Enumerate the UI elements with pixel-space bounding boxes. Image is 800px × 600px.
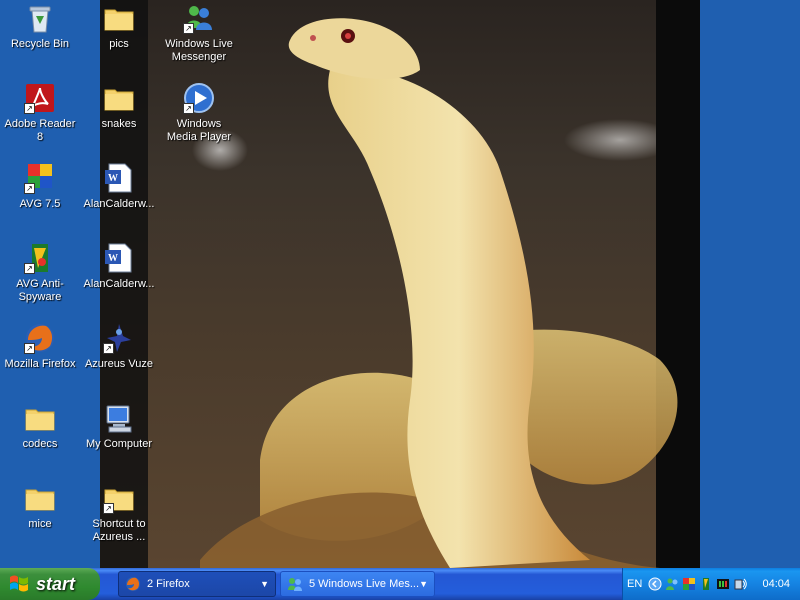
desktop-icon-avg-antispyware[interactable]: ↗ AVG Anti-Spyware [0,242,80,304]
desktop-icon-avg[interactable]: ↗ AVG 7.5 [0,162,80,211]
desktop-icon-my-computer[interactable]: My Computer [79,402,159,451]
firefox-icon [126,577,140,591]
desktop-icon-label: Mozilla Firefox [4,358,76,370]
folder-icon [24,402,56,434]
media-player-icon: ↗ [183,82,215,114]
desktop-icon-windows-media-player[interactable]: ↗ Windows Media Player [159,82,239,144]
desktop-icon-word-document-1[interactable]: W AlanCalderw... [79,162,159,211]
show-hidden-icons-icon[interactable] [648,577,662,591]
adobe-reader-icon: ↗ [24,82,56,114]
taskbar: start 2 Firefox ▼ 5 Windows Live Mes... … [0,568,800,600]
start-label: start [36,573,76,594]
taskbar-button-windows-live-messenger[interactable]: 5 Windows Live Mes... ▼ [280,571,435,597]
taskbar-button-label: 5 Windows Live Mes... [309,578,420,590]
desktop-icon-pics[interactable]: pics [79,2,159,51]
messenger-icon [288,578,302,591]
antispyware-tray-icon[interactable] [699,577,713,591]
desktop-icon-recycle-bin[interactable]: Recycle Bin [0,2,80,51]
network-tray-icon[interactable] [716,577,730,591]
desktop-icon-mozilla-firefox[interactable]: ↗ Mozilla Firefox [0,322,80,371]
desktop-icon-label: Windows Media Player [166,118,232,143]
firefox-icon: ↗ [24,322,56,354]
desktop-icon-shortcut-to-azureus[interactable]: ↗ Shortcut to Azureus ... [79,482,159,544]
desktop-icon-label: Shortcut to Azureus ... [92,518,146,543]
avg-antispyware-icon: ↗ [24,242,56,274]
desktop-icon-label: pics [109,38,129,50]
folder-icon [24,482,56,514]
desktop-icon-label: Adobe Reader 8 [4,118,76,143]
desktop-icon-adobe-reader[interactable]: ↗ Adobe Reader 8 [0,82,80,144]
svg-text:W: W [108,173,118,184]
desktop-icon-windows-live-messenger[interactable]: ↗ Windows Live Messenger [159,2,239,64]
desktop-icon-label: snakes [101,118,137,130]
start-button[interactable]: start [0,568,100,600]
svg-text:W: W [108,253,118,264]
windows-flag-icon [10,575,28,592]
taskbar-button-firefox[interactable]: 2 Firefox ▼ [118,571,276,597]
wireless-tray-icon[interactable] [733,577,748,591]
chevron-down-icon: ▼ [260,579,269,589]
system-tray: EN 04:04 [622,568,800,600]
chevron-down-icon: ▼ [419,579,428,589]
desktop-icon-label: AlanCalderw... [83,198,155,210]
desktop-icon-label: Recycle Bin [10,38,70,50]
desktop-icon-label: mice [28,518,52,530]
taskbar-button-label: 2 Firefox [147,578,190,590]
messenger-tray-icon[interactable] [665,577,679,591]
desktop-icon-snakes[interactable]: snakes [79,82,159,131]
folder-icon [103,2,135,34]
desktop-icon-label: AlanCalderw... [83,278,155,290]
word-document-icon: W [103,242,135,274]
folder-icon: ↗ [103,482,135,514]
desktop-icon-label: AVG 7.5 [19,198,61,210]
desktop: Recycle Bin ↗ Adobe Reader 8 ↗ AVG 7.5 ↗… [0,0,800,568]
language-indicator[interactable]: EN [627,578,642,590]
avg-tray-icon[interactable] [682,577,696,591]
desktop-icon-label: My Computer [85,438,153,450]
desktop-icon-label: AVG Anti-Spyware [16,278,64,303]
my-computer-icon [103,402,135,434]
desktop-icon-label: Windows Live Messenger [165,38,233,63]
azureus-icon: ↗ [103,322,135,354]
desktop-icon-label: Azureus Vuze [84,358,154,370]
desktop-icon-mice[interactable]: mice [0,482,80,531]
avg-icon: ↗ [24,162,56,194]
desktop-icon-codecs[interactable]: codecs [0,402,80,451]
recycle-bin-icon [24,2,56,34]
word-document-icon: W [103,162,135,194]
folder-icon [103,82,135,114]
desktop-icon-azureus-vuze[interactable]: ↗ Azureus Vuze [79,322,159,371]
desktop-icon-word-document-2[interactable]: W AlanCalderw... [79,242,159,291]
clock[interactable]: 04:04 [762,578,790,590]
messenger-icon: ↗ [183,2,215,34]
desktop-icon-label: codecs [22,438,58,450]
